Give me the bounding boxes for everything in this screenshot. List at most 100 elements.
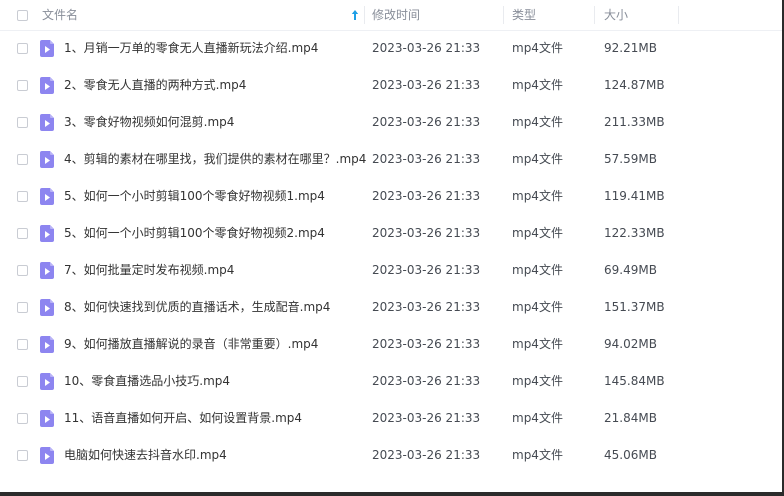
video-file-icon — [40, 262, 54, 279]
file-type: mp4文件 — [512, 300, 563, 314]
row-checkbox[interactable] — [17, 376, 28, 387]
video-file-icon — [40, 77, 54, 94]
column-header-name-label: 文件名 — [42, 8, 79, 22]
file-type: mp4文件 — [512, 263, 563, 277]
file-row[interactable]: 9、如何播放直播解说的录音（非常重要）.mp4 2023-03-26 21:33 m… — [0, 326, 782, 363]
file-size: 119.41MB — [604, 189, 665, 203]
file-size: 45.06MB — [604, 448, 657, 462]
file-name[interactable]: 5、如何一个小时剪辑100个零食好物视频2.mp4 — [64, 215, 325, 252]
row-checkbox[interactable] — [17, 191, 28, 202]
file-mtime: 2023-03-26 21:33 — [372, 226, 481, 240]
column-header-size-label: 大小 — [604, 8, 629, 22]
file-mtime: 2023-03-26 21:33 — [372, 41, 481, 55]
file-size: 57.59MB — [604, 152, 657, 166]
row-checkbox[interactable] — [17, 228, 28, 239]
video-file-icon — [40, 336, 54, 353]
file-type: mp4文件 — [512, 115, 563, 129]
video-file-icon — [40, 114, 54, 131]
row-checkbox[interactable] — [17, 117, 28, 128]
column-header-mtime[interactable]: 修改时间 — [372, 0, 492, 30]
file-row[interactable]: 电脑如何快速去抖音水印.mp4 2023-03-26 21:33 mp4文件 45.0… — [0, 437, 782, 474]
row-checkbox[interactable] — [17, 43, 28, 54]
file-name[interactable]: 9、如何播放直播解说的录音（非常重要）.mp4 — [64, 326, 318, 363]
file-type: mp4文件 — [512, 448, 563, 462]
video-file-icon — [40, 447, 54, 464]
file-row[interactable]: 1、月销一万单的零食无人直播新玩法介绍.mp4 2023-03-26 21:33 m… — [0, 30, 782, 67]
file-row[interactable]: 5、如何一个小时剪辑100个零食好物视频1.mp4 2023-03-26 21:3… — [0, 178, 782, 215]
column-divider[interactable] — [364, 6, 365, 24]
file-type: mp4文件 — [512, 374, 563, 388]
video-file-icon — [40, 151, 54, 168]
row-checkbox[interactable] — [17, 265, 28, 276]
file-type: mp4文件 — [512, 337, 563, 351]
column-header-type-label: 类型 — [512, 8, 537, 22]
column-divider[interactable] — [503, 6, 504, 24]
row-checkbox[interactable] — [17, 80, 28, 91]
file-row[interactable]: 4、剪辑的素材在哪里找，我们提供的素材在哪里？.mp4 2023-03-26 21… — [0, 141, 782, 178]
column-header-size[interactable]: 大小 — [604, 0, 674, 30]
video-file-icon — [40, 299, 54, 316]
file-mtime: 2023-03-26 21:33 — [372, 78, 481, 92]
row-checkbox[interactable] — [17, 450, 28, 461]
video-file-icon — [40, 225, 54, 242]
file-row[interactable]: 10、零食直播选品小技巧.mp4 2023-03-26 21:33 mp4文件 145… — [0, 363, 782, 400]
file-list-panel: 文件名 修改时间 类型 大小 1、月销一万单的零食无人直播新玩法介绍.mp4 20… — [0, 0, 784, 496]
row-checkbox[interactable] — [17, 413, 28, 424]
file-size: 69.49MB — [604, 263, 657, 277]
file-mtime: 2023-03-26 21:33 — [372, 337, 481, 351]
video-file-icon — [40, 40, 54, 57]
column-divider[interactable] — [594, 6, 595, 24]
file-row[interactable]: 8、如何快速找到优质的直播话术，生成配音.mp4 2023-03-26 21:33… — [0, 289, 782, 326]
file-row[interactable]: 11、语音直播如何开启、如何设置背景.mp4 2023-03-26 21:33 mp… — [0, 400, 782, 437]
arrow-up-icon[interactable] — [351, 9, 359, 21]
file-mtime: 2023-03-26 21:33 — [372, 189, 481, 203]
file-size: 122.33MB — [604, 226, 665, 240]
file-name[interactable]: 3、零食好物视频如何混剪.mp4 — [64, 104, 234, 141]
row-checkbox[interactable] — [17, 154, 28, 165]
file-size: 145.84MB — [604, 374, 665, 388]
file-row[interactable]: 2、零食无人直播的两种方式.mp4 2023-03-26 21:33 mp4文件 12… — [0, 67, 782, 104]
column-header-mtime-label: 修改时间 — [372, 8, 421, 22]
file-name[interactable]: 4、剪辑的素材在哪里找，我们提供的素材在哪里？.mp4 — [64, 141, 366, 178]
file-name[interactable]: 10、零食直播选品小技巧.mp4 — [64, 363, 230, 400]
file-type: mp4文件 — [512, 152, 563, 166]
file-mtime: 2023-03-26 21:33 — [372, 448, 481, 462]
file-mtime: 2023-03-26 21:33 — [372, 300, 481, 314]
file-size: 94.02MB — [604, 337, 657, 351]
file-name[interactable]: 1、月销一万单的零食无人直播新玩法介绍.mp4 — [64, 30, 318, 67]
video-file-icon — [40, 410, 54, 427]
row-checkbox[interactable] — [17, 302, 28, 313]
file-size: 124.87MB — [604, 78, 665, 92]
file-name[interactable]: 电脑如何快速去抖音水印.mp4 — [64, 437, 227, 474]
file-size: 21.84MB — [604, 411, 657, 425]
file-mtime: 2023-03-26 21:33 — [372, 374, 481, 388]
file-mtime: 2023-03-26 21:33 — [372, 263, 481, 277]
file-name[interactable]: 8、如何快速找到优质的直播话术，生成配音.mp4 — [64, 289, 330, 326]
row-checkbox[interactable] — [17, 339, 28, 350]
file-row[interactable]: 3、零食好物视频如何混剪.mp4 2023-03-26 21:33 mp4文件 211… — [0, 104, 782, 141]
file-type: mp4文件 — [512, 189, 563, 203]
column-divider[interactable] — [678, 6, 679, 24]
column-header-name[interactable]: 文件名 — [42, 0, 362, 30]
file-name[interactable]: 7、如何批量定时发布视频.mp4 — [64, 252, 234, 289]
file-size: 151.37MB — [604, 300, 665, 314]
file-size: 92.21MB — [604, 41, 657, 55]
file-type: mp4文件 — [512, 41, 563, 55]
column-header-type[interactable]: 类型 — [512, 0, 592, 30]
file-size: 211.33MB — [604, 115, 665, 129]
file-row[interactable]: 7、如何批量定时发布视频.mp4 2023-03-26 21:33 mp4文件 69.… — [0, 252, 782, 289]
file-mtime: 2023-03-26 21:33 — [372, 411, 481, 425]
file-mtime: 2023-03-26 21:33 — [372, 152, 481, 166]
file-type: mp4文件 — [512, 411, 563, 425]
file-name[interactable]: 11、语音直播如何开启、如何设置背景.mp4 — [64, 400, 302, 437]
file-name[interactable]: 5、如何一个小时剪辑100个零食好物视频1.mp4 — [64, 178, 325, 215]
file-row[interactable]: 5、如何一个小时剪辑100个零食好物视频2.mp4 2023-03-26 21:3… — [0, 215, 782, 252]
file-name[interactable]: 2、零食无人直播的两种方式.mp4 — [64, 67, 246, 104]
video-file-icon — [40, 373, 54, 390]
file-type: mp4文件 — [512, 226, 563, 240]
file-mtime: 2023-03-26 21:33 — [372, 115, 481, 129]
video-file-icon — [40, 188, 54, 205]
select-all-checkbox[interactable] — [17, 10, 28, 21]
file-type: mp4文件 — [512, 78, 563, 92]
file-list-header: 文件名 修改时间 类型 大小 — [0, 0, 782, 31]
